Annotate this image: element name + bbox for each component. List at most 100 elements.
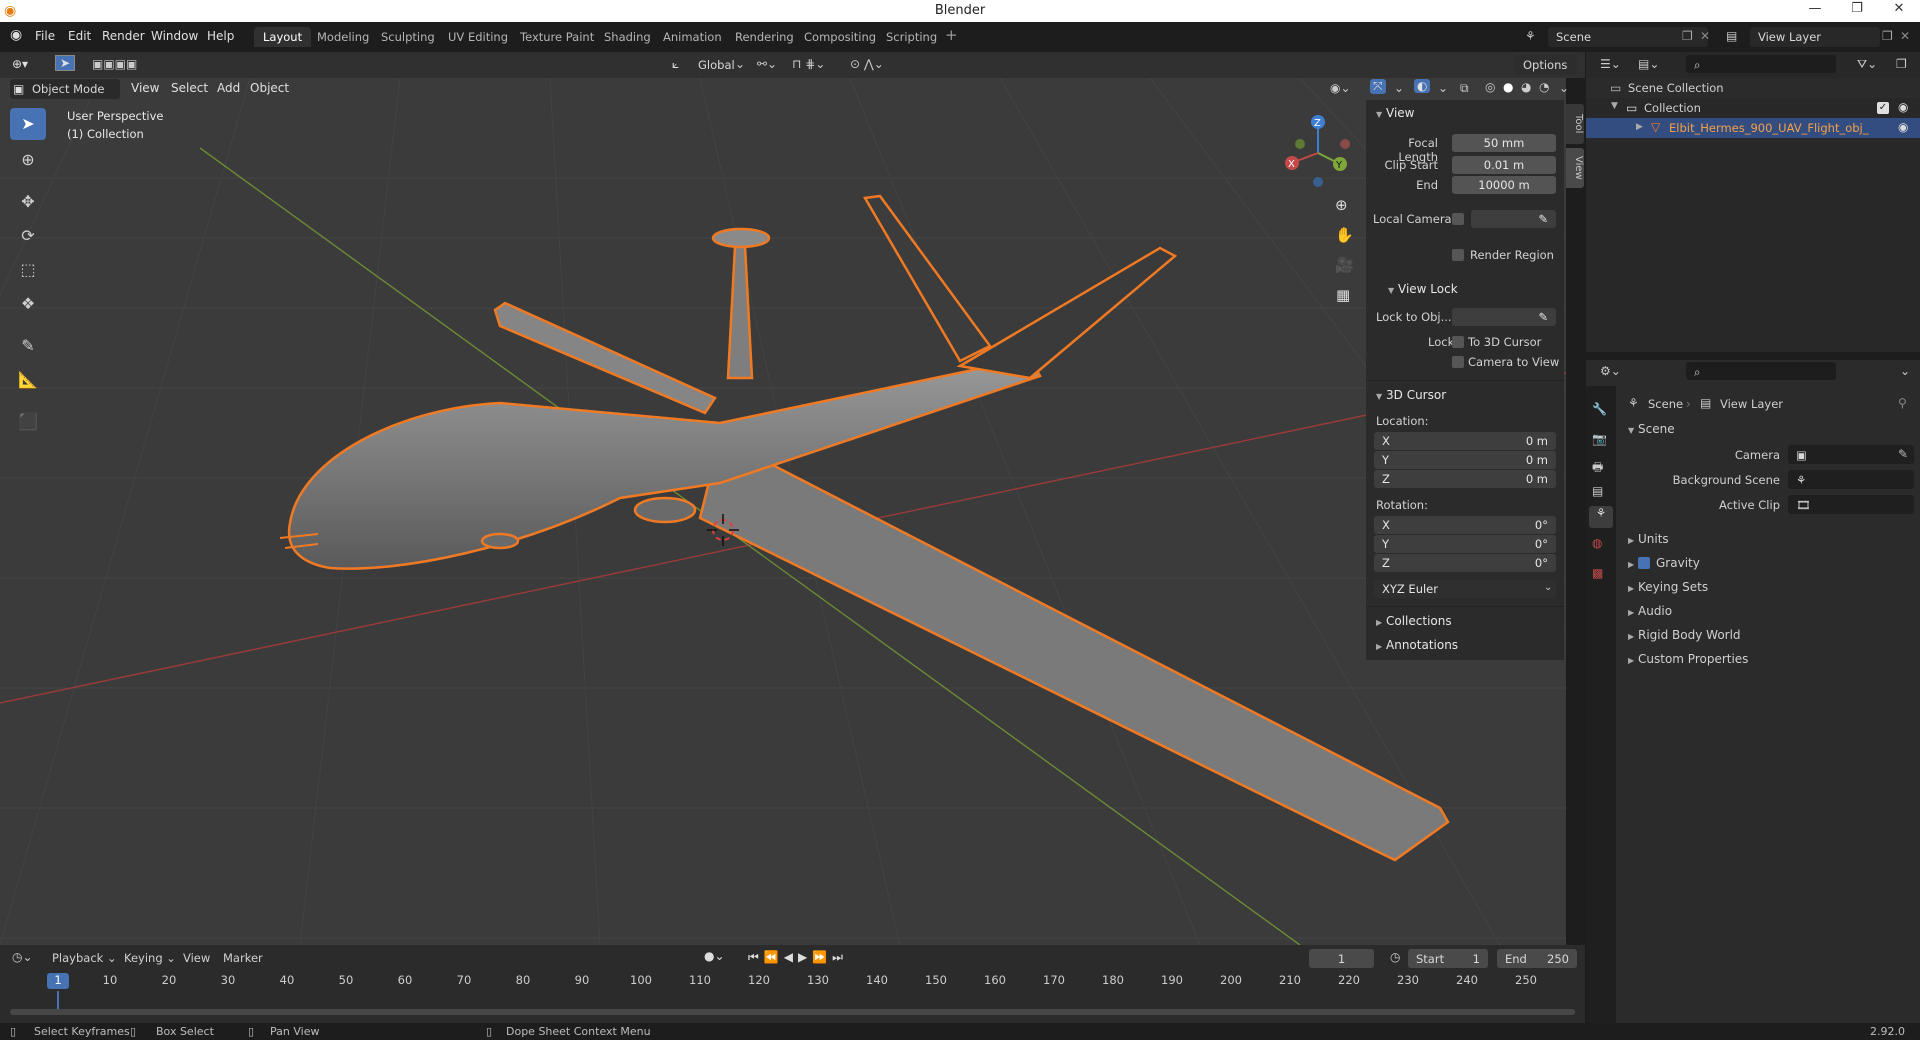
record-icon[interactable]: ●⌄: [704, 949, 725, 963]
audio-panel-header[interactable]: ▶ Audio: [1628, 604, 1672, 618]
cursor-tool[interactable]: ⊕: [10, 144, 46, 176]
transform-tool[interactable]: ❖: [10, 288, 46, 320]
camera-to-view-checkbox[interactable]: [1452, 356, 1464, 368]
view-layer-selector[interactable]: View Layer: [1750, 27, 1880, 47]
restore-button[interactable]: ❐: [1837, 1, 1877, 21]
move-tool[interactable]: ✥: [10, 186, 46, 218]
editor-type-icon[interactable]: ⊕▾: [12, 57, 28, 71]
view-panel-header[interactable]: ▼ View: [1366, 102, 1564, 124]
start-frame-field[interactable]: Start 1: [1408, 949, 1488, 968]
select-mode-icons[interactable]: ▣▣▣▣: [92, 57, 137, 71]
3d-viewport[interactable]: Z Y X User Perspective (1) Collection ⊕ …: [0, 78, 1566, 945]
render-tab-icon[interactable]: 📷: [1592, 432, 1607, 446]
outliner-row-object[interactable]: ▶ ▽ Elbit_Hermes_900_UAV_Flight_obj_base…: [1586, 118, 1920, 138]
local-camera-checkbox[interactable]: [1452, 213, 1464, 225]
pin-icon[interactable]: ⚲: [1898, 396, 1907, 410]
outliner-row-scene-collection[interactable]: ▭ Scene Collection: [1586, 78, 1920, 98]
tab-modeling[interactable]: Modeling: [308, 27, 378, 47]
pivot-point-icon[interactable]: ⚯⌄: [757, 57, 777, 71]
options-dropdown[interactable]: Options: [1515, 55, 1577, 75]
outliner-row-collection[interactable]: ▼ ▭ Collection ✓ ◉: [1586, 98, 1920, 118]
properties-editor-icon[interactable]: ⚙⌄: [1600, 364, 1621, 378]
object-mode-dropdown[interactable]: Object Mode: [10, 79, 120, 99]
chevron-down-icon[interactable]: ⌄: [1438, 81, 1448, 95]
background-scene-field[interactable]: ⚘: [1788, 470, 1914, 489]
rigid-body-world-panel-header[interactable]: ▶ Rigid Body World: [1628, 628, 1741, 642]
proportional-editing-icon[interactable]: ⊙ ⋀⌄: [850, 57, 884, 71]
display-mode-icon[interactable]: ▤⌄: [1638, 57, 1659, 71]
timeline-scrollbar[interactable]: [10, 1009, 1575, 1015]
tab-layout[interactable]: Layout: [254, 27, 312, 47]
scene-tab-icon[interactable]: ⚘: [1589, 506, 1613, 528]
end-frame-field[interactable]: End 250: [1497, 949, 1577, 968]
add-cube-tool[interactable]: ⬛: [10, 406, 46, 438]
viewport-menu-select[interactable]: Select: [171, 81, 208, 95]
close-button[interactable]: ✕: [1879, 1, 1919, 21]
timeline-menu-view[interactable]: View: [183, 951, 210, 965]
3d-cursor-panel-header[interactable]: ▼ 3D Cursor: [1366, 384, 1564, 406]
new-view-layer-icon[interactable]: ❐: [1882, 29, 1893, 43]
tab-rendering[interactable]: Rendering: [726, 27, 803, 47]
tab-animation[interactable]: Animation: [654, 27, 731, 47]
shading-solid-icon[interactable]: ●: [1503, 80, 1513, 94]
cursor-rotation-z[interactable]: Z 0°: [1374, 554, 1556, 572]
cursor-location-x[interactable]: X0 m: [1374, 432, 1556, 450]
annotate-tool[interactable]: ✎: [10, 330, 46, 362]
pan-hand-icon[interactable]: ✋: [1335, 226, 1354, 244]
units-panel-header[interactable]: ▶ Units: [1628, 532, 1669, 546]
tab-compositing[interactable]: Compositing: [795, 27, 885, 47]
render-region-checkbox[interactable]: [1452, 249, 1464, 261]
texture-tab-icon[interactable]: ▩: [1592, 566, 1603, 580]
xray-icon[interactable]: ⧉: [1460, 81, 1469, 96]
minimize-button[interactable]: —: [1795, 1, 1835, 21]
viewport-menu-add[interactable]: Add: [217, 81, 240, 95]
gravity-panel-header[interactable]: ▶ Gravity: [1628, 556, 1700, 570]
lock-to-object-field[interactable]: ✎: [1452, 308, 1556, 326]
annotations-panel-header[interactable]: ▶ Annotations: [1366, 634, 1564, 656]
cursor-rotation-y[interactable]: Y 0°: [1374, 535, 1556, 553]
camera-field[interactable]: ▣: [1788, 445, 1914, 464]
camera-view-icon[interactable]: 🎥: [1335, 256, 1354, 274]
menu-edit[interactable]: Edit: [68, 29, 91, 43]
rotate-tool[interactable]: ⟳: [10, 220, 46, 252]
custom-properties-panel-header[interactable]: ▶ Custom Properties: [1628, 652, 1748, 666]
local-camera-field[interactable]: ✎: [1471, 210, 1556, 228]
exclude-checkbox[interactable]: ✓: [1877, 102, 1889, 114]
select-box-tool[interactable]: ➤: [10, 108, 46, 140]
chevron-down-icon[interactable]: ⌄: [1559, 81, 1569, 95]
cursor-rotation-x[interactable]: X 0°: [1374, 516, 1556, 534]
collections-panel-header[interactable]: ▶ Collections: [1366, 610, 1564, 632]
world-tab-icon[interactable]: ◍: [1592, 536, 1602, 550]
menu-help[interactable]: Help: [207, 29, 234, 43]
viewport-menu-view[interactable]: View: [131, 81, 159, 95]
remove-scene-icon[interactable]: ✕: [1700, 29, 1710, 43]
lock-to-cursor-checkbox[interactable]: [1452, 336, 1464, 348]
new-collection-icon[interactable]: ❐: [1896, 57, 1907, 71]
viewport-menu-object[interactable]: Object: [250, 81, 289, 95]
eyedropper-icon[interactable]: ✎: [1898, 447, 1908, 461]
shading-material-icon[interactable]: ◕: [1521, 80, 1531, 94]
ortho-grid-icon[interactable]: ▦: [1336, 286, 1350, 304]
shading-wireframe-icon[interactable]: ◎: [1485, 80, 1495, 94]
tab-scripting[interactable]: Scripting: [877, 27, 946, 47]
eye-icon[interactable]: ◉: [1898, 100, 1908, 114]
view-layer-tab-icon[interactable]: ▤: [1592, 484, 1603, 498]
tab-tool[interactable]: Tool: [1566, 104, 1584, 144]
properties-search-input[interactable]: ⌕: [1686, 362, 1836, 380]
scale-tool[interactable]: ⬚: [10, 254, 46, 286]
rotation-mode-dropdown[interactable]: XYZ Euler: [1374, 580, 1556, 598]
timeline-menu-marker[interactable]: Marker: [223, 951, 263, 965]
clock-icon[interactable]: ◷: [1390, 950, 1400, 964]
timeline-menu-playback[interactable]: Playback ⌄: [52, 951, 117, 965]
menu-render[interactable]: Render: [102, 29, 145, 43]
tab-texture-paint[interactable]: Texture Paint: [511, 27, 603, 47]
frame-ruler[interactable]: 1 10 20 30 40 50 60 70 80 90 100 110 120 130 140 150 160…: [0, 971, 1585, 991]
active-clip-field[interactable]: 🎞: [1788, 495, 1914, 514]
current-frame-field[interactable]: 1: [1309, 949, 1374, 968]
new-scene-icon[interactable]: ❐: [1682, 29, 1693, 43]
keying-sets-panel-header[interactable]: ▶ Keying Sets: [1628, 580, 1708, 594]
outliner-editor-icon[interactable]: ☰⌄: [1600, 57, 1621, 71]
overlay-toggle-icon[interactable]: ◐: [1414, 79, 1431, 93]
eye-icon[interactable]: ◉: [1898, 120, 1908, 134]
clip-end-field[interactable]: 10000 m: [1452, 176, 1556, 194]
